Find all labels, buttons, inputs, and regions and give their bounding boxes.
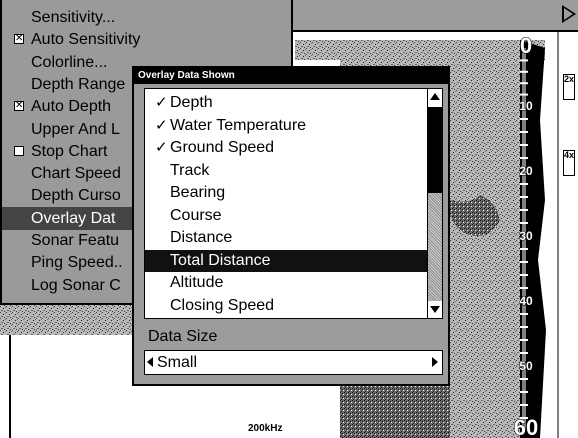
overlay-list-item[interactable]: Course: [145, 205, 427, 227]
depth-scale-label: 40: [519, 294, 533, 308]
menu-item-label: Ping Speed..: [31, 254, 123, 272]
select-next-icon[interactable]: [432, 357, 438, 367]
overlay-list-item[interactable]: Altitude: [145, 272, 427, 294]
overlay-list-item[interactable]: Track: [145, 160, 427, 182]
overlay-item-label: Course: [170, 206, 222, 224]
menu-item[interactable]: Sensitivity...: [2, 6, 292, 29]
menu-checkbox[interactable]: ✕: [14, 34, 24, 45]
scroll-track[interactable]: [428, 193, 442, 301]
menu-item-label: Depth Curso: [31, 187, 121, 205]
overlay-item-label: Altitude: [170, 274, 224, 291]
menu-checkbox[interactable]: [14, 145, 24, 156]
overlay-item-label: Closing Speed: [170, 296, 275, 314]
checkmark-icon: ✓: [155, 116, 168, 134]
scroll-down-button[interactable]: [428, 301, 442, 317]
checkmark-icon: ✓: [155, 139, 168, 156]
menu-item-label: Auto Depth: [31, 98, 112, 116]
overlay-item-label: Track: [170, 161, 210, 179]
zoom-4x-indicator: 4x: [563, 150, 575, 176]
menu-item-label: Auto Sensitivity: [31, 31, 141, 49]
depth-scale-label: 50: [519, 359, 533, 373]
dialog-title: Overlay Data Shown: [134, 68, 448, 84]
overlay-item-label: Ground Speed: [170, 139, 275, 156]
menu-item-label: Sonar Featu: [31, 232, 120, 249]
overlay-item-label: Bearing: [170, 184, 226, 201]
menu-item-label: Log Sonar C: [31, 276, 121, 294]
overlay-data-dialog: Overlay Data Shown ✓ Depth ✓ Water Temperat…: [132, 66, 450, 386]
menu-checkbox[interactable]: ✕: [14, 101, 24, 112]
overlay-item-label: Total Distance: [170, 251, 271, 269]
overlay-list-item[interactable]: ✓ Ground Speed: [145, 137, 427, 159]
checkmark-icon: ✓: [155, 94, 168, 111]
scroll-thumb[interactable]: [428, 107, 442, 193]
menu-item-label: Depth Range: [31, 75, 126, 93]
data-size-label: Data Size: [148, 328, 218, 345]
overlay-item-label: Distance: [170, 229, 233, 246]
data-size-select[interactable]: Small: [144, 350, 443, 375]
menu-item-label: Stop Chart: [31, 142, 108, 160]
overlay-list-item[interactable]: ✓ Depth: [145, 92, 427, 114]
frequency-label: 200kHz: [248, 423, 283, 434]
overlay-list-item[interactable]: ✓ Water Temperature: [145, 115, 427, 137]
overlay-list-item[interactable]: Closing Speed: [145, 295, 427, 317]
depth-scale-label: 30: [519, 229, 533, 243]
depth-scale-label: 60: [514, 415, 538, 438]
menu-item-label: Overlay Dat: [31, 209, 116, 227]
menu-item-label: Colorline...: [31, 53, 108, 71]
select-prev-icon[interactable]: [147, 357, 153, 367]
depth-scale-label: 0: [520, 33, 532, 58]
overlay-item-label: Depth: [170, 94, 213, 111]
scroll-down-icon: [430, 306, 440, 313]
menu-item-label: Chart Speed: [31, 165, 121, 183]
depth-scale-label: 20: [519, 164, 533, 178]
list-scrollbar[interactable]: [427, 89, 442, 318]
depth-scale-label: 10: [519, 99, 533, 113]
overlay-list-item[interactable]: Total Distance: [145, 249, 427, 272]
overlay-list-item[interactable]: Distance: [145, 227, 427, 249]
overlay-data-list[interactable]: ✓ Depth ✓ Water Temperature ✓ Ground Speed Tra…: [144, 88, 443, 319]
scroll-up-icon: [430, 93, 440, 100]
menu-item[interactable]: ✕ Auto Sensitivity: [2, 28, 292, 51]
menu-item-label: Sensitivity...: [31, 9, 116, 26]
data-size-value: Small: [157, 354, 198, 371]
menu-item-label: Upper And L: [31, 120, 120, 138]
expand-arrow-inner: [564, 8, 573, 20]
zoom-2x-indicator: 2x: [563, 74, 575, 100]
overlay-item-label: Water Temperature: [170, 116, 307, 134]
scroll-up-button[interactable]: [428, 89, 442, 105]
overlay-list-item[interactable]: Bearing: [145, 182, 427, 204]
